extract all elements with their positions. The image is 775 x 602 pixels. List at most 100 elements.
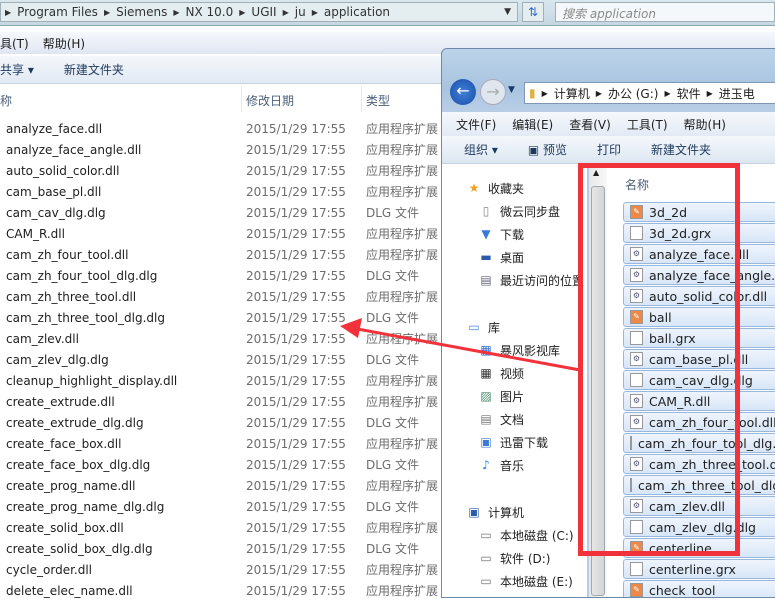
sidebar-item[interactable]: ▯ 微云同步盘 [478, 201, 560, 221]
address-dropdown-icon[interactable]: ▼ [504, 7, 511, 17]
file-item[interactable]: ✎ check_tool [623, 580, 775, 597]
breadcrumb-separator-icon[interactable]: ▶ [664, 89, 670, 98]
preview-button[interactable]: ▣ 预览 [528, 141, 567, 158]
address-bar[interactable]: ▮ ▶ 计算机 ▶ 办公 (G:) ▶ 软件 ▶ 进玉电 [524, 82, 775, 104]
file-date: 2015/1/29 17:55 [246, 248, 346, 262]
history-dropdown-icon[interactable]: ▼ [508, 85, 515, 95]
table-row[interactable]: cleanup_highlight_display.dll 2015/1/29 … [0, 371, 440, 392]
file-name: cleanup_highlight_display.dll [6, 374, 178, 388]
breadcrumb-separator-icon[interactable]: ▶ [542, 89, 548, 98]
share-button[interactable]: 共享 ▾ [0, 61, 34, 78]
menu-item[interactable]: 编辑(E) [512, 116, 553, 133]
breadcrumb-item[interactable]: UGII [251, 5, 276, 19]
file-type: DLG 文件 [366, 500, 420, 514]
sidebar-item[interactable]: ▬ 桌面 [478, 247, 524, 267]
table-row[interactable]: create_extrude.dll 2015/1/29 17:55 应用程序扩… [0, 392, 440, 413]
sidebar-item[interactable]: ▦ 视频 [478, 363, 524, 383]
video-library-icon: ▦ [480, 343, 492, 357]
menu-help[interactable]: 帮助(H) [43, 35, 85, 52]
menu-tools[interactable]: 具(T) [0, 35, 29, 52]
table-row[interactable]: delete_elec_name.dll 2015/1/29 17:55 应用程… [0, 581, 440, 602]
sidebar-item[interactable]: ▤ 最近访问的位置 [478, 270, 584, 290]
table-row[interactable]: create_solid_box.dll 2015/1/29 17:55 应用程… [0, 518, 440, 539]
table-row[interactable]: analyze_face_angle.dll 2015/1/29 17:55 应… [0, 140, 440, 161]
column-type[interactable]: 类型 [366, 92, 390, 109]
menu-item[interactable]: 查看(V) [569, 116, 611, 133]
breadcrumb-separator-icon[interactable]: ▶ [312, 8, 318, 17]
breadcrumb-item[interactable]: application [324, 5, 390, 19]
table-row[interactable]: cam_cav_dlg.dlg 2015/1/29 17:55 DLG 文件 [0, 203, 440, 224]
sidebar-item[interactable]: ▭ 软件 (D:) [478, 548, 550, 568]
breadcrumb-item[interactable]: 办公 (G:) [608, 85, 659, 102]
breadcrumb-separator-icon[interactable]: ▶ [239, 8, 245, 17]
sidebar-item[interactable]: ▨ 图片 [478, 386, 524, 406]
sidebar-item[interactable]: ★ 收藏夹 [466, 178, 524, 198]
music-icon: ♪ [482, 458, 490, 472]
address-bar[interactable]: ▶ Program Files ▶ Siemens ▶ NX 10.0 ▶ UGII ▶ ju ▶ a… [0, 2, 518, 22]
organize-button[interactable]: 组织 ▾ [464, 141, 498, 158]
sidebar-item-label: 微云同步盘 [500, 204, 561, 219]
table-row[interactable]: cam_zh_four_tool.dll 2015/1/29 17:55 应用程… [0, 245, 440, 266]
table-row[interactable]: cycle_order.dll 2015/1/29 17:55 应用程序扩展 [0, 560, 440, 581]
table-row[interactable]: cam_zlev.dll 2015/1/29 17:55 应用程序扩展 [0, 329, 440, 350]
table-row[interactable]: cam_zh_four_tool_dlg.dlg 2015/1/29 17:55… [0, 266, 440, 287]
new-folder-button[interactable]: 新建文件夹 [64, 61, 124, 78]
table-row[interactable]: create_prog_name.dll 2015/1/29 17:55 应用程… [0, 476, 440, 497]
new-folder-button[interactable]: 新建文件夹 [651, 141, 711, 158]
search-input[interactable]: 搜索 application [555, 2, 775, 22]
breadcrumb-separator-icon[interactable]: ▶ [104, 8, 110, 17]
table-row[interactable]: create_face_box_dlg.dlg 2015/1/29 17:55 … [0, 455, 440, 476]
sidebar-item[interactable]: ▣ 迅雷下载 [478, 432, 548, 452]
breadcrumb-separator-icon[interactable]: ▶ [173, 8, 179, 17]
breadcrumb-item[interactable]: Program Files [17, 5, 98, 19]
breadcrumb-item[interactable]: 计算机 [554, 85, 590, 102]
table-row[interactable]: auto_solid_color.dll 2015/1/29 17:55 应用程… [0, 161, 440, 182]
file-item[interactable]: centerline.grx [623, 559, 775, 579]
sidebar-item[interactable]: ▣ 计算机 [466, 502, 524, 522]
sidebar-item[interactable]: ♪ 音乐 [478, 455, 524, 475]
sidebar-item[interactable]: ▼ 下载 [478, 224, 524, 244]
menu-item[interactable]: 文件(F) [456, 116, 496, 133]
breadcrumb-item[interactable]: 软件 [677, 85, 701, 102]
breadcrumb-item[interactable]: ju [295, 5, 306, 19]
sidebar-item[interactable]: ▤ 文档 [478, 409, 524, 429]
file-name: create_face_box_dlg.dlg [6, 458, 151, 472]
back-button[interactable]: ← [450, 79, 476, 105]
table-row[interactable]: cam_zh_three_tool.dll 2015/1/29 17:55 应用… [0, 287, 440, 308]
sidebar-item[interactable]: ▭ 库 [466, 317, 500, 337]
breadcrumb-separator-icon[interactable]: ▶ [596, 89, 602, 98]
table-row[interactable]: analyze_face.dll 2015/1/29 17:55 应用程序扩展 [0, 119, 440, 140]
table-row[interactable]: CAM_R.dll 2015/1/29 17:55 应用程序扩展 [0, 224, 440, 245]
table-row[interactable]: create_extrude_dlg.dlg 2015/1/29 17:55 D… [0, 413, 440, 434]
organize-label: 组织 [464, 143, 489, 157]
table-row[interactable]: cam_zh_three_tool_dlg.dlg 2015/1/29 17:5… [0, 308, 440, 329]
table-row[interactable]: create_face_box.dll 2015/1/29 17:55 应用程序… [0, 434, 440, 455]
file-date: 2015/1/29 17:55 [246, 458, 346, 472]
table-row[interactable]: cam_base_pl.dll 2015/1/29 17:55 应用程序扩展 [0, 182, 440, 203]
file-name: auto_solid_color.dll [6, 164, 120, 178]
menu-item[interactable]: 工具(T) [627, 116, 668, 133]
sidebar-item[interactable]: ▭ 本地磁盘 (C:) [478, 525, 573, 545]
refresh-icon[interactable]: ⇅ [522, 2, 544, 22]
breadcrumb-separator-icon[interactable]: ▶ [5, 8, 11, 17]
breadcrumb-item[interactable]: 进玉电 [719, 85, 755, 102]
file-name: create_solid_box.dll [6, 521, 124, 535]
file-date: 2015/1/29 17:55 [246, 227, 346, 241]
forward-button[interactable]: → [480, 79, 506, 105]
sidebar-item[interactable]: ▭ 本地磁盘 (E:) [478, 571, 572, 591]
table-row[interactable]: cam_zlev_dlg.dlg 2015/1/29 17:55 DLG 文件 [0, 350, 440, 371]
breadcrumb-separator-icon[interactable]: ▶ [283, 8, 289, 17]
sidebar-item[interactable]: ▦ 暴风影视库 [478, 340, 560, 360]
breadcrumb-item[interactable]: NX 10.0 [186, 5, 234, 19]
file-type: 应用程序扩展 [366, 563, 439, 577]
sidebar-item-label: 最近访问的位置 [500, 273, 585, 288]
breadcrumb-item[interactable]: Siemens [116, 5, 167, 19]
file-type: DLG 文件 [366, 311, 420, 325]
breadcrumb-separator-icon[interactable]: ▶ [707, 89, 713, 98]
column-name[interactable]: 称 [0, 92, 12, 109]
print-button[interactable]: 打印 [597, 141, 621, 158]
column-date[interactable]: 修改日期 [246, 92, 294, 109]
table-row[interactable]: create_prog_name_dlg.dlg 2015/1/29 17:55… [0, 497, 440, 518]
table-row[interactable]: create_solid_box_dlg.dlg 2015/1/29 17:55… [0, 539, 440, 560]
menu-item[interactable]: 帮助(H) [684, 116, 726, 133]
